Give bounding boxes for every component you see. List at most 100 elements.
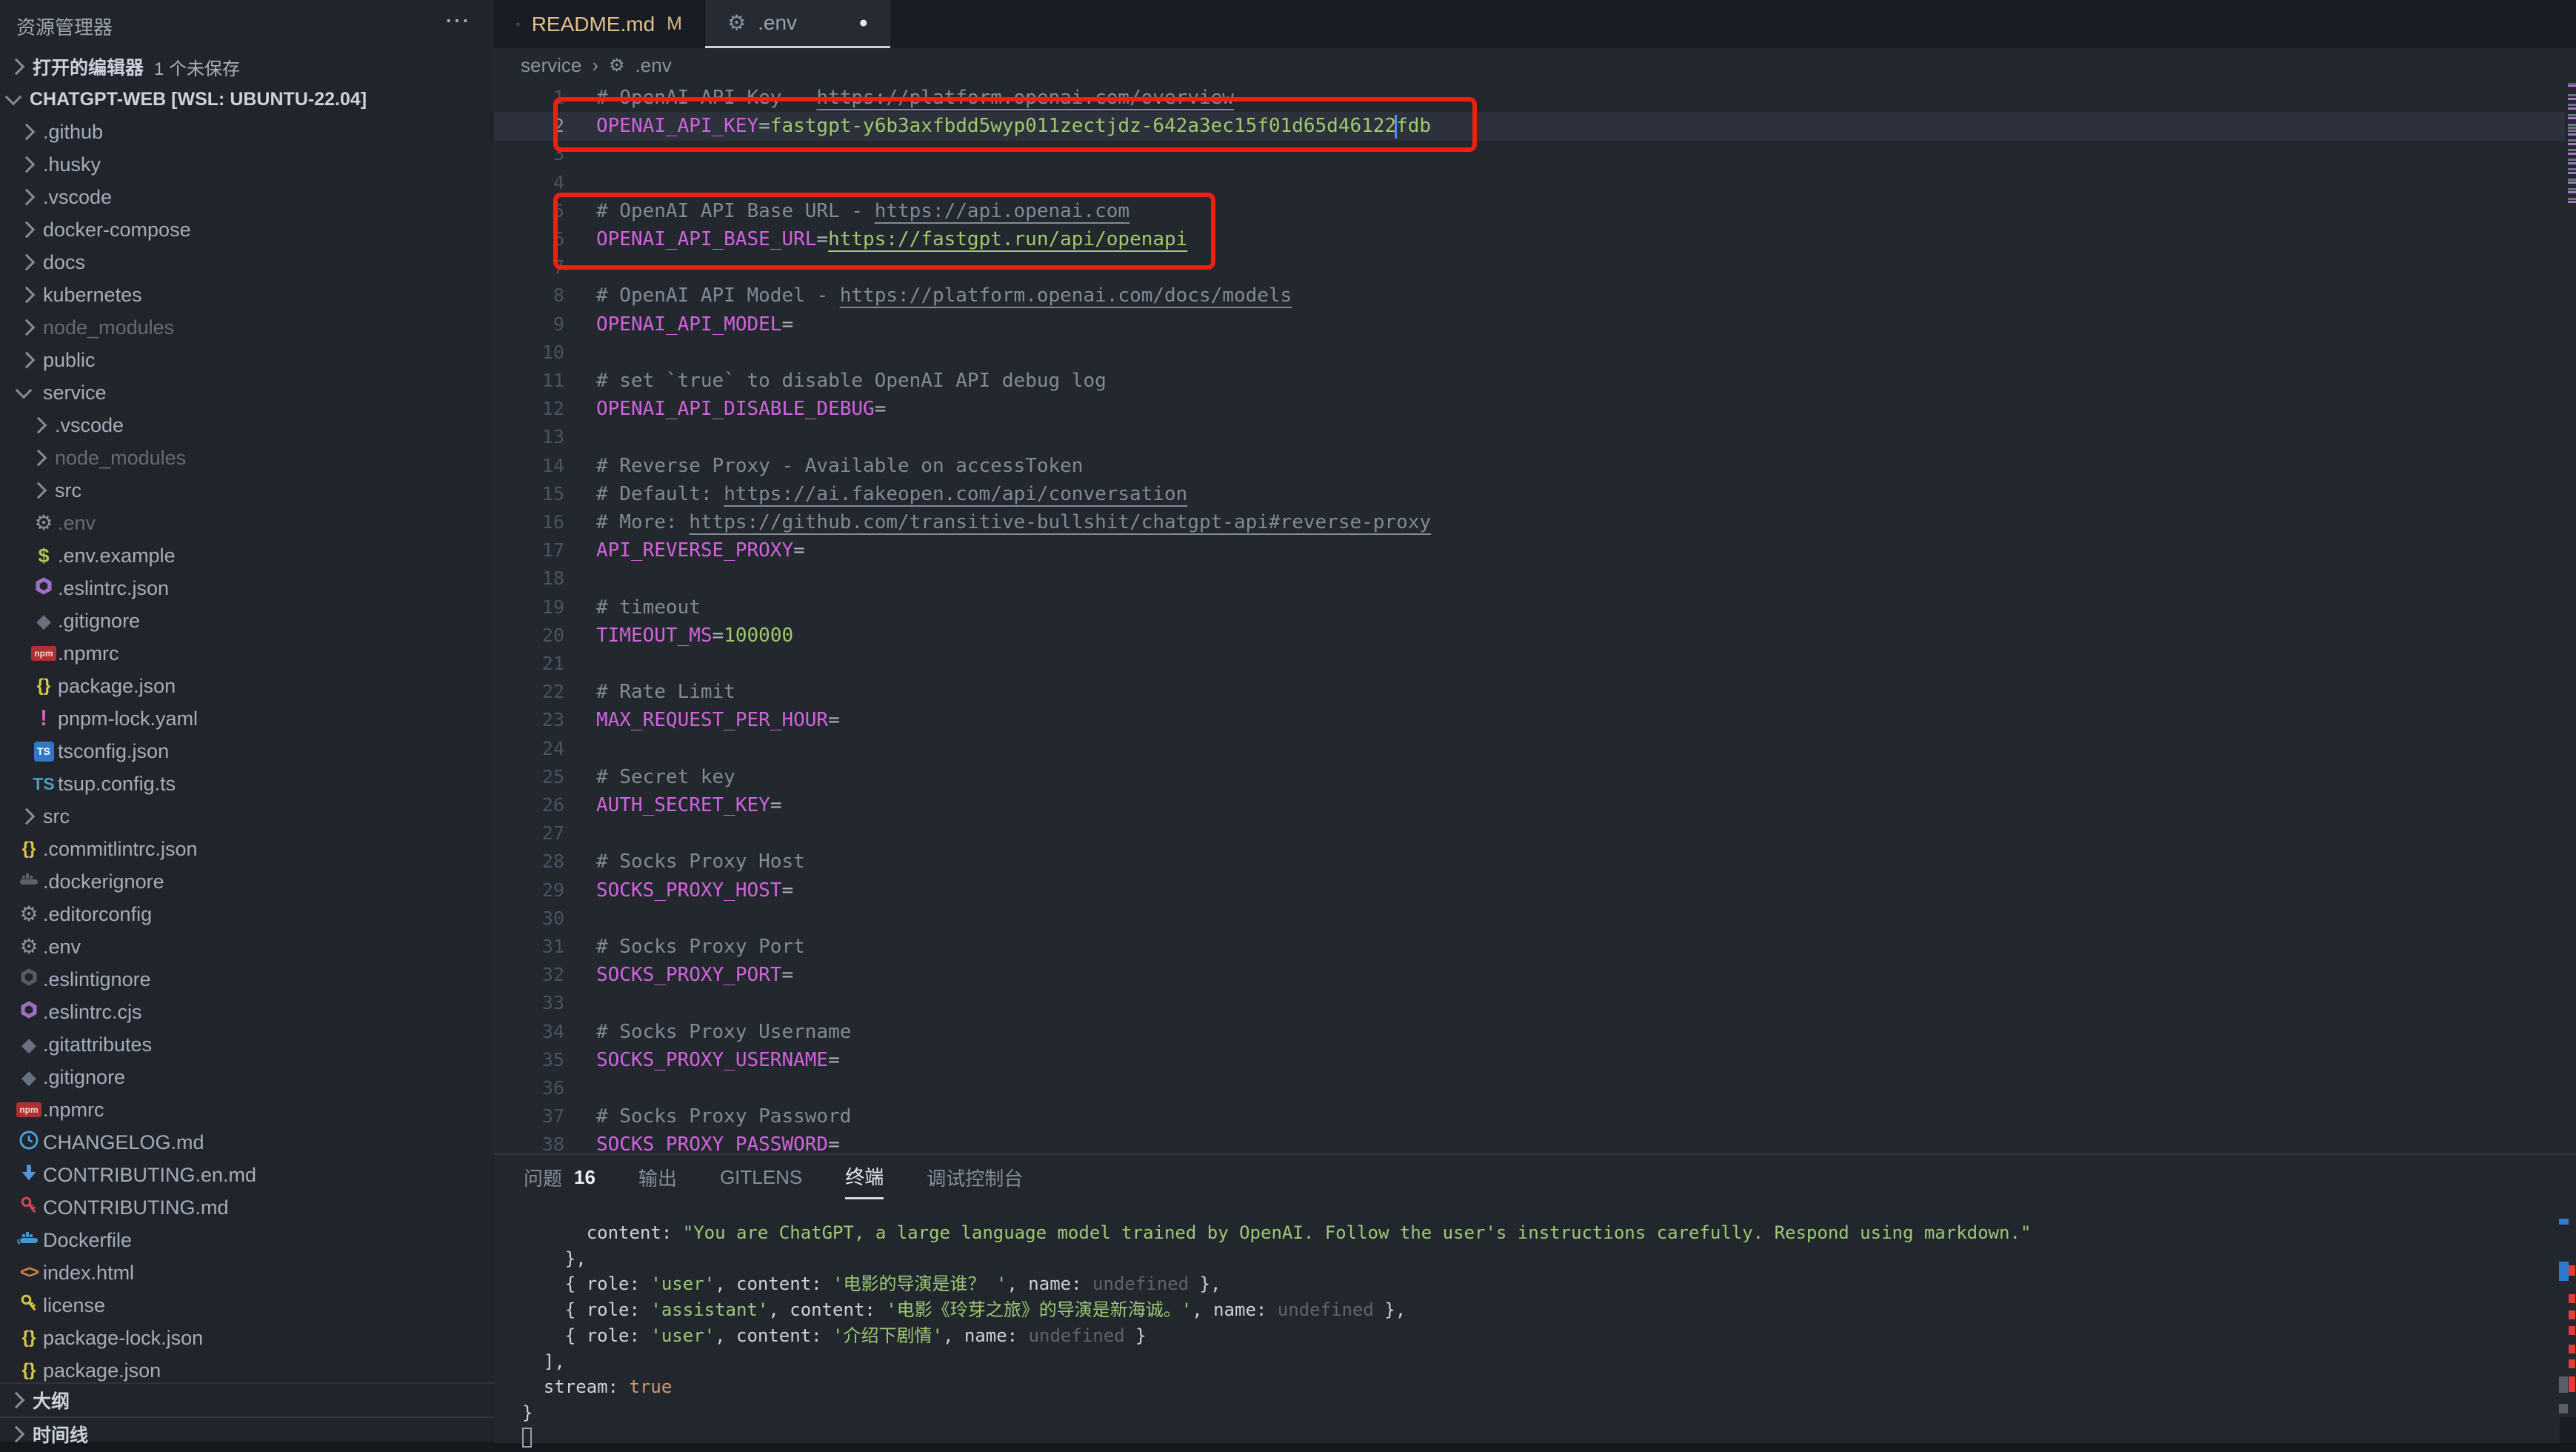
- code-line-21[interactable]: 21: [494, 649, 2576, 678]
- code-line-35[interactable]: 35SOCKS_PROXY_USERNAME=: [494, 1045, 2576, 1074]
- code-line-25[interactable]: 25# Secret key: [494, 762, 2576, 791]
- code-line-27[interactable]: 27: [494, 819, 2576, 847]
- code-line-9[interactable]: 9OPENAI_API_MODEL=: [494, 310, 2576, 339]
- scrollbar-thumb[interactable]: [2559, 1404, 2568, 1413]
- code-line-16[interactable]: 16# More: https://github.com/transitive-…: [494, 507, 2576, 536]
- tree-folder-.vscode[interactable]: .vscode: [0, 181, 494, 213]
- more-actions-icon[interactable]: ⋯: [444, 6, 471, 36]
- code-line-37[interactable]: 37# Socks Proxy Password: [494, 1102, 2576, 1130]
- tree-folder-.vscode[interactable]: .vscode: [0, 409, 494, 442]
- tree-file-.eslintrc.json[interactable]: .eslintrc.json: [0, 572, 494, 605]
- tree-file-pnpm-lock.yaml[interactable]: !pnpm-lock.yaml: [0, 702, 494, 735]
- tree-file-package-lock.json[interactable]: {}package-lock.json: [0, 1322, 494, 1354]
- tree-file-license[interactable]: license: [0, 1289, 494, 1322]
- breadcrumb-file[interactable]: .env: [635, 54, 672, 77]
- chevron-right-icon: [8, 1392, 25, 1409]
- tree-item-label: CONTRIBUTING.md: [43, 1196, 229, 1219]
- tree-folder-service[interactable]: service: [0, 376, 494, 409]
- tree-file-index.html[interactable]: <>index.html: [0, 1256, 494, 1289]
- code-line-23[interactable]: 23MAX_REQUEST_PER_HOUR=: [494, 705, 2576, 734]
- minimap-line: [2568, 198, 2576, 200]
- tree-item-label: .eslintrc.cjs: [43, 1001, 142, 1024]
- tree-file-CONTRIBUTING.en.md[interactable]: CONTRIBUTING.en.md: [0, 1159, 494, 1191]
- chevron-down-icon: [16, 382, 33, 399]
- tree-file-.env.example[interactable]: $.env.example: [0, 539, 494, 572]
- code-line-29[interactable]: 29SOCKS_PROXY_HOST=: [494, 876, 2576, 905]
- code-line-20[interactable]: 20TIMEOUT_MS=100000: [494, 621, 2576, 650]
- minimap-line: [2568, 104, 2576, 106]
- tree-file-.commitlintrc.json[interactable]: {}.commitlintrc.json: [0, 833, 494, 865]
- code-line-30[interactable]: 30: [494, 904, 2576, 933]
- tree-file-package.json[interactable]: {}package.json: [0, 670, 494, 702]
- tree-file-tsconfig.json[interactable]: TStsconfig.json: [0, 735, 494, 767]
- code-line-38[interactable]: 38SOCKS_PROXY_PASSWORD=: [494, 1130, 2576, 1153]
- tree-folder-src[interactable]: src: [0, 474, 494, 507]
- code-line-8[interactable]: 8# OpenAI API Model - https://platform.o…: [494, 281, 2576, 310]
- code-line-14[interactable]: 14# Reverse Proxy - Available on accessT…: [494, 451, 2576, 480]
- code-line-10[interactable]: 10: [494, 338, 2576, 367]
- tree-file-.gitattributes[interactable]: ◆.gitattributes: [0, 1028, 494, 1061]
- code-line-34[interactable]: 34# Socks Proxy Username: [494, 1017, 2576, 1046]
- code-line-33[interactable]: 33: [494, 988, 2576, 1017]
- tree-folder-node_modules[interactable]: node_modules: [0, 311, 494, 344]
- outline-section[interactable]: 大纲: [0, 1382, 501, 1416]
- code-line-24[interactable]: 24: [494, 734, 2576, 763]
- code-line-28[interactable]: 28# Socks Proxy Host: [494, 847, 2576, 876]
- scrollbar-thumb[interactable]: [2559, 1376, 2568, 1393]
- code-line-22[interactable]: 22# Rate Limit: [494, 677, 2576, 706]
- code-text: OPENAI_API_MODEL=: [564, 313, 793, 336]
- code-line-15[interactable]: 15# Default: https://ai.fakeopen.com/api…: [494, 479, 2576, 508]
- tree-folder-node_modules[interactable]: node_modules: [0, 442, 494, 474]
- tree-file-.npmrc[interactable]: npm.npmrc: [0, 637, 494, 670]
- tab-problems[interactable]: 问题 16: [524, 1155, 595, 1199]
- tree-file-.env[interactable]: ⚙.env: [0, 930, 494, 963]
- code-editor[interactable]: 1# OpenAI API Key - https://platform.ope…: [494, 83, 2576, 1153]
- tree-file-tsup.config.ts[interactable]: TStsup.config.ts: [0, 767, 494, 800]
- code-line-36[interactable]: 36: [494, 1073, 2576, 1102]
- code-line-12[interactable]: 12OPENAI_API_DISABLE_DEBUG=: [494, 394, 2576, 423]
- tree-folder-.github[interactable]: .github: [0, 116, 494, 148]
- project-section[interactable]: CHATGPT-WEB [WSL: UBUNTU-22.04]: [0, 83, 501, 116]
- tree-file-.eslintrc.cjs[interactable]: .eslintrc.cjs: [0, 996, 494, 1028]
- open-editors-section[interactable]: 打开的编辑器 1 个未保存: [0, 50, 501, 83]
- line-number: 26: [494, 790, 564, 819]
- tree-folder-docs[interactable]: docs: [0, 246, 494, 279]
- tab-readme[interactable]: README.md M: [494, 0, 705, 48]
- tree-folder-docker-compose[interactable]: docker-compose: [0, 213, 494, 246]
- code-line-13[interactable]: 13: [494, 422, 2576, 451]
- error-mark: [2569, 1376, 2575, 1392]
- tree-file-.editorconfig[interactable]: ⚙.editorconfig: [0, 898, 494, 930]
- tree-folder-public[interactable]: public: [0, 344, 494, 376]
- tab-debug-console[interactable]: 调试控制台: [927, 1155, 1023, 1199]
- tree-file-.gitignore[interactable]: ◆.gitignore: [0, 605, 494, 637]
- tree-folder-src[interactable]: src: [0, 800, 494, 833]
- exclamation-icon: !: [40, 706, 47, 731]
- tab-env-active[interactable]: ⚙ .env ●: [705, 0, 890, 48]
- tree-folder-.husky[interactable]: .husky: [0, 148, 494, 181]
- code-line-19[interactable]: 19# timeout: [494, 593, 2576, 622]
- tab-terminal[interactable]: 终端: [845, 1155, 884, 1199]
- tree-file-Dockerfile[interactable]: Dockerfile: [0, 1224, 494, 1256]
- dirty-dot-icon[interactable]: ●: [858, 14, 868, 32]
- tree-file-.dockerignore[interactable]: .dockerignore: [0, 865, 494, 898]
- tree-file-CONTRIBUTING.md[interactable]: CONTRIBUTING.md: [0, 1191, 494, 1224]
- tab-output[interactable]: 输出: [638, 1155, 677, 1199]
- tab-gitlens[interactable]: GITLENS: [720, 1155, 802, 1199]
- tree-file-.env[interactable]: ⚙.env: [0, 507, 494, 539]
- code-text: SOCKS_PROXY_PORT=: [564, 964, 793, 986]
- tree-file-CHANGELOG.md[interactable]: CHANGELOG.md: [0, 1126, 494, 1159]
- code-line-17[interactable]: 17API_REVERSE_PROXY=: [494, 536, 2576, 565]
- code-line-31[interactable]: 31# Socks Proxy Port: [494, 932, 2576, 961]
- tree-file-.eslintignore[interactable]: .eslintignore: [0, 963, 494, 996]
- tree-file-.gitignore[interactable]: ◆.gitignore: [0, 1061, 494, 1093]
- code-line-26[interactable]: 26AUTH_SECRET_KEY=: [494, 790, 2576, 819]
- code-line-11[interactable]: 11# set `true` to disable OpenAI API deb…: [494, 366, 2576, 395]
- tree-folder-kubernetes[interactable]: kubernetes: [0, 279, 494, 311]
- terminal-line-1: content: "You are ChatGPT, a large langu…: [522, 1220, 2031, 1246]
- terminal-line-6: ],: [522, 1349, 565, 1375]
- tree-file-.npmrc[interactable]: npm.npmrc: [0, 1093, 494, 1126]
- code-line-18[interactable]: 18: [494, 564, 2576, 593]
- code-line-32[interactable]: 32SOCKS_PROXY_PORT=: [494, 960, 2576, 989]
- timeline-section[interactable]: 时间线: [0, 1416, 501, 1451]
- breadcrumb-folder[interactable]: service: [521, 54, 581, 77]
